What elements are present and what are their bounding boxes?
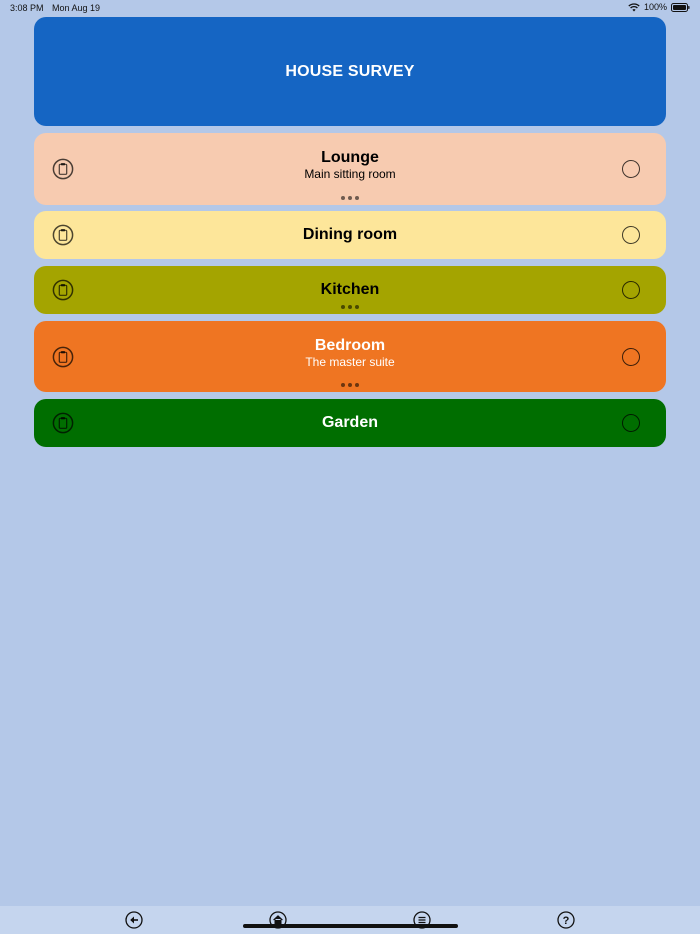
room-name: Dining room (302, 226, 398, 243)
room-titles: Lounge Main sitting room (34, 149, 666, 181)
select-radio[interactable] (622, 226, 640, 244)
status-indicators: 100% (628, 2, 690, 12)
room-subtitle: Main sitting room (304, 167, 396, 181)
select-radio[interactable] (622, 347, 640, 366)
select-radio[interactable] (622, 281, 640, 299)
battery-percent: 100% (643, 2, 667, 12)
room-titles: Dining room (34, 226, 666, 244)
room-name: Kitchen (320, 281, 380, 298)
room-card[interactable]: Dining room (34, 211, 666, 259)
select-radio[interactable] (622, 160, 640, 178)
more-dots-icon[interactable] (34, 196, 666, 200)
room-name: Garden (321, 414, 378, 431)
more-dots-icon[interactable] (34, 383, 666, 387)
room-name: Bedroom (314, 336, 386, 354)
room-card[interactable]: Bedroom The master suite (34, 321, 666, 392)
room-name: Lounge (321, 149, 379, 166)
room-titles: Kitchen (34, 281, 666, 299)
status-date: Mon Aug 19 (52, 3, 101, 13)
select-radio[interactable] (622, 414, 640, 432)
home-indicator[interactable] (243, 924, 458, 928)
page-title: HOUSE SURVEY (285, 62, 415, 80)
more-dots-icon[interactable] (34, 305, 666, 309)
header-card: HOUSE SURVEY (34, 17, 666, 126)
wifi-icon (628, 2, 640, 12)
status-time: 3:08 PM (10, 3, 44, 13)
status-bar: 3:08 PM Mon Aug 19 100% (0, 0, 700, 18)
battery-icon (671, 2, 690, 12)
room-card[interactable]: Kitchen (34, 266, 666, 314)
room-card[interactable]: Lounge Main sitting room (34, 133, 666, 205)
room-titles: Bedroom The master suite (34, 337, 666, 369)
svg-text:?: ? (563, 915, 570, 927)
back-arrow-icon[interactable] (125, 911, 143, 929)
room-titles: Garden (34, 414, 666, 432)
room-subtitle: The master suite (305, 354, 395, 369)
room-card[interactable]: Garden (34, 399, 666, 447)
help-icon[interactable]: ? (557, 911, 575, 929)
bottom-toolbar: ? (0, 906, 700, 934)
